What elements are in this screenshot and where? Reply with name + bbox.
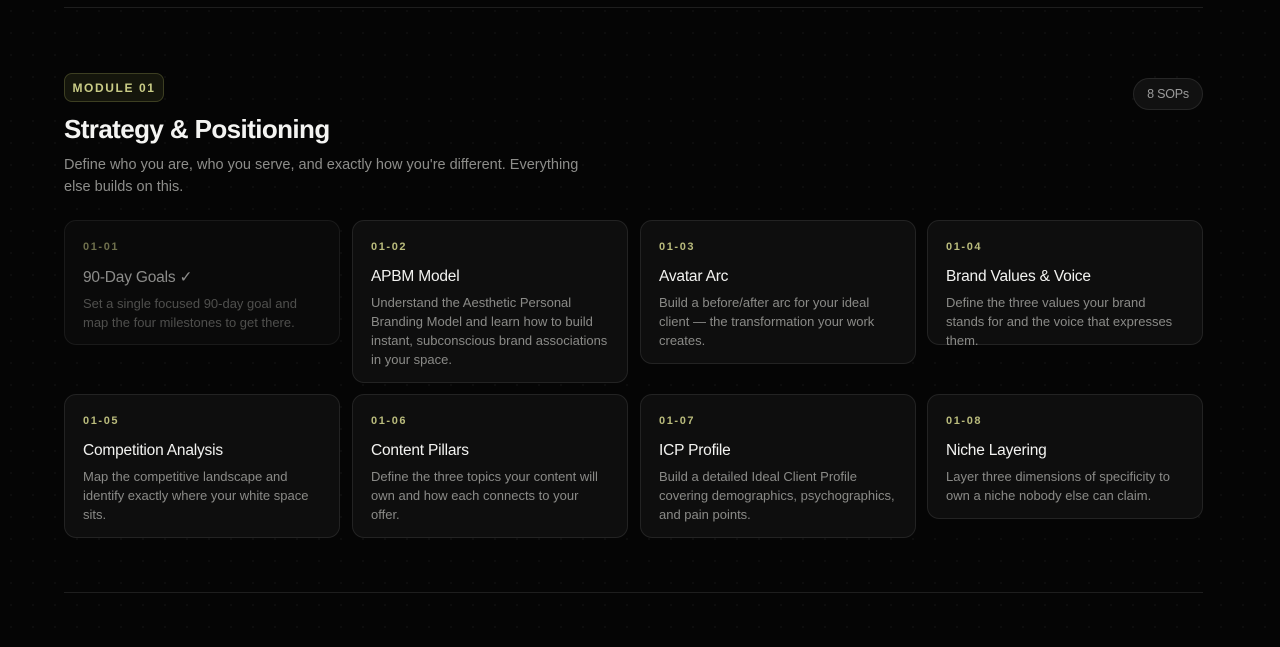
module-title: Strategy & Positioning — [64, 114, 330, 144]
sop-description: Define the three values your brand stand… — [946, 295, 1173, 348]
sop-code: 01-02 — [371, 241, 408, 253]
sop-title: Competition Analysis — [83, 442, 223, 459]
sop-code: 01-06 — [371, 415, 408, 427]
sop-title: Niche Layering — [946, 442, 1047, 459]
sop-card-90-day-goals[interactable]: 01-01 90-Day Goals ✓ Set a single focuse… — [64, 220, 340, 345]
sop-code: 01-03 — [659, 241, 696, 253]
sop-count-badge: 8 SOPs — [1133, 78, 1203, 110]
sop-title: ICP Profile — [659, 442, 731, 459]
sop-code: 01-08 — [946, 415, 983, 427]
sop-title: Content Pillars — [371, 442, 469, 459]
sop-description: Layer three dimensions of specificity to… — [946, 469, 1170, 503]
sop-card-brand-values-voice[interactable]: 01-04 Brand Values & Voice Define the th… — [927, 220, 1203, 348]
sop-description: Build a before/after arc for your ideal … — [659, 295, 875, 348]
top-divider — [64, 7, 1203, 8]
sop-title: 90-Day Goals ✓ — [83, 269, 193, 286]
sop-card-content-pillars[interactable]: 01-06 Content Pillars Define the three t… — [352, 394, 628, 538]
sop-title: Avatar Arc — [659, 268, 729, 285]
sop-title: Brand Values & Voice — [946, 268, 1091, 285]
sop-description: Define the three topics your content wil… — [371, 469, 598, 522]
sop-card-avatar-arc[interactable]: 01-03 Avatar Arc Build a before/after ar… — [640, 220, 916, 364]
module-description: Define who you are, who you serve, and e… — [64, 157, 579, 195]
sop-description: Set a single focused 90-day goal and map… — [83, 296, 297, 330]
bottom-divider — [64, 592, 1203, 593]
sop-description: Build a detailed Ideal Client Profile co… — [659, 469, 895, 522]
sop-card-icp-profile[interactable]: 01-07 ICP Profile Build a detailed Ideal… — [640, 394, 916, 538]
sop-code: 01-01 — [83, 241, 120, 253]
sop-description: Understand the Aesthetic Personal Brandi… — [371, 295, 608, 367]
sop-code: 01-04 — [946, 241, 983, 253]
sop-code: 01-05 — [83, 415, 120, 427]
sop-card-niche-layering[interactable]: 01-08 Niche Layering Layer three dimensi… — [927, 394, 1203, 519]
sop-code: 01-07 — [659, 415, 696, 427]
sop-title: APBM Model — [371, 268, 460, 285]
sop-description: Map the competitive landscape and identi… — [83, 469, 309, 522]
module-badge: MODULE 01 — [64, 73, 164, 102]
sop-card-apbm-model[interactable]: 01-02 APBM Model Understand the Aestheti… — [352, 220, 628, 383]
sop-card-competition-analysis[interactable]: 01-05 Competition Analysis Map the compe… — [64, 394, 340, 538]
